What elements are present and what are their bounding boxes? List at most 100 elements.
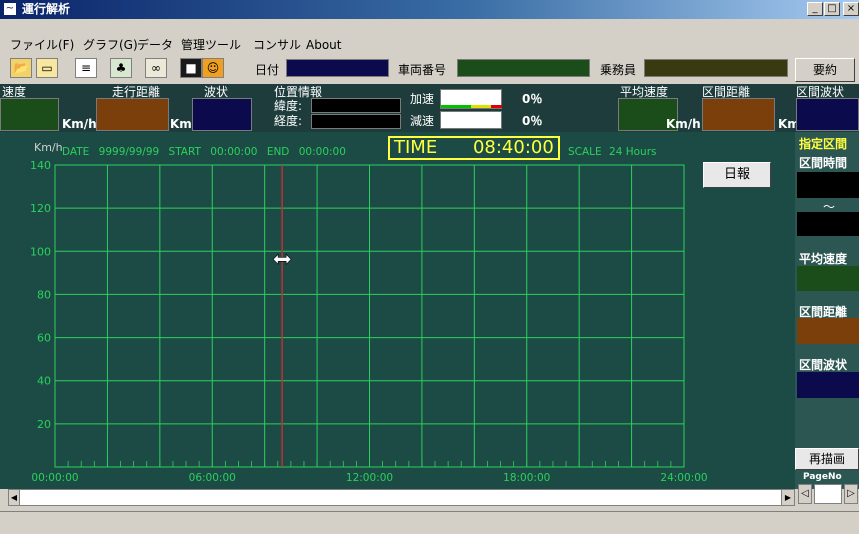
acceleration-label: 加速 <box>410 92 435 106</box>
deceleration-label: 減速 <box>410 114 435 128</box>
waveform-display <box>192 98 252 131</box>
vehicle-number-display <box>457 59 590 77</box>
x-tick-label: 06:00:00 <box>189 472 236 484</box>
y-tick-label: 40 <box>37 375 51 388</box>
page-no-label: PageNo <box>803 472 842 482</box>
menu-consult[interactable]: コンサル <box>253 36 301 54</box>
x-tick-label: 12:00:00 <box>346 472 393 484</box>
menu-data[interactable]: データ <box>137 36 173 54</box>
open-folder-icon[interactable]: 📂 <box>10 58 32 78</box>
crew-label: 乗務員 <box>600 63 637 77</box>
time-value: 08:40:00 <box>472 137 554 158</box>
y-tick-label: 120 <box>30 202 51 215</box>
scale-header: SCALE 24 Hours <box>568 146 656 158</box>
section-wave-label: 区間波状 <box>796 85 845 99</box>
date-label: 日付 <box>255 63 280 77</box>
average-speed-label: 平均速度 <box>620 85 669 99</box>
date-header-value: 9999/99/99 <box>98 146 160 158</box>
folder-icon[interactable]: ▭ <box>36 58 58 78</box>
menu-about[interactable]: About <box>306 36 341 54</box>
y-axis-ticks: 140 120 100 80 60 40 20 <box>30 159 51 431</box>
date-display <box>286 59 389 77</box>
maximize-button[interactable]: □ <box>824 2 840 16</box>
distance-display <box>96 98 169 131</box>
acceleration-value: 0％ <box>522 92 543 106</box>
menu-file[interactable]: ファイル(F) <box>10 36 74 54</box>
people-icon[interactable]: ♣ <box>110 58 132 78</box>
y-tick-label: 80 <box>37 288 51 301</box>
y-unit-label: Km/h <box>34 141 63 154</box>
x-tick-label: 18:00:00 <box>503 472 550 484</box>
acceleration-meter <box>440 89 502 109</box>
speed-display <box>0 98 59 131</box>
status-bar <box>0 511 859 534</box>
summary-button[interactable]: 要約 <box>795 58 855 82</box>
side-average-speed-label: 平均速度 <box>799 252 848 266</box>
window-title: 運行解析 <box>22 2 71 16</box>
longitude-display <box>311 114 401 129</box>
distance-label: 走行距離 <box>112 85 161 99</box>
waveform-label: 波状 <box>204 85 229 99</box>
next-page-button[interactable]: ▷ <box>844 484 858 504</box>
speed-chart[interactable]: 140 120 100 80 60 40 20 00:00:00 06:00:00 12:00:… <box>0 132 795 489</box>
x-tick-label: 24:00:00 <box>660 472 707 484</box>
time-label: TIME <box>394 137 438 158</box>
horizontal-scrollbar[interactable] <box>8 489 795 506</box>
daily-report-button[interactable]: 日報 <box>703 162 771 188</box>
latitude-display <box>311 98 401 113</box>
prev-page-button[interactable]: ◁ <box>798 484 812 504</box>
page-number-display <box>814 484 842 504</box>
specified-section-label: 指定区間 <box>799 137 848 151</box>
app-chart-icon[interactable]: ~ <box>3 2 17 16</box>
scroll-left-arrow-icon[interactable]: ◀ <box>8 489 20 506</box>
start-header-value: 00:00:00 <box>210 146 258 158</box>
save-icon[interactable]: ■ <box>180 58 202 78</box>
position-label: 位置情報 <box>274 85 323 99</box>
deceleration-meter <box>440 111 502 129</box>
y-tick-label: 60 <box>37 332 51 345</box>
side-average-speed-display <box>797 266 859 291</box>
time-display: TIME 08:40:00 <box>388 136 560 160</box>
menu-graph[interactable]: グラフ(G) <box>83 36 138 54</box>
user-icon[interactable]: ☺ <box>202 58 224 78</box>
section-wave-display <box>796 98 859 131</box>
chart-panel[interactable]: 140 120 100 80 60 40 20 00:00:00 06:00:00 12:00:… <box>0 132 795 489</box>
section-distance-label: 区間距離 <box>702 85 751 99</box>
average-speed-unit: Km/h <box>666 117 701 131</box>
side-section-wave-label: 区間波状 <box>799 358 848 372</box>
longitude-label: 経度: <box>274 114 303 128</box>
title-bar <box>0 0 859 19</box>
x-axis-ticks: 00:00:00 06:00:00 12:00:00 18:00:00 24:00:00 <box>31 472 707 484</box>
y-tick-label: 100 <box>30 245 51 258</box>
end-header-value: 00:00:00 <box>298 146 346 158</box>
section-start-time-display <box>797 172 859 198</box>
section-distance-display <box>702 98 775 131</box>
start-header-label: START <box>168 146 201 158</box>
speed-unit: Km/h <box>62 117 97 131</box>
side-section-distance-display <box>797 318 859 344</box>
end-header-label: END <box>266 146 290 158</box>
scale-value: 24 Hours <box>609 146 657 158</box>
binoculars-icon[interactable]: ∞ <box>145 58 167 78</box>
x-tick-label: 00:00:00 <box>31 472 78 484</box>
menu-admin-tools[interactable]: 管理ツール <box>181 36 241 54</box>
crew-display <box>644 59 788 77</box>
document-icon[interactable]: ≡ <box>75 58 97 78</box>
latitude-label: 緯度: <box>274 99 303 113</box>
chart-grid <box>54 164 685 468</box>
section-end-time-display <box>797 212 859 236</box>
minimize-button[interactable]: _ <box>807 2 823 16</box>
y-tick-label: 20 <box>37 418 51 431</box>
section-time-label: 区間時間 <box>799 156 848 170</box>
side-section-wave-display <box>797 372 859 398</box>
y-tick-label: 140 <box>30 159 51 172</box>
scroll-right-arrow-icon[interactable]: ▶ <box>781 489 795 506</box>
close-button[interactable]: × <box>843 2 859 16</box>
scale-label: SCALE <box>568 146 602 158</box>
vehicle-number-label: 車両番号 <box>398 63 447 77</box>
speed-label: 速度 <box>2 85 27 99</box>
redraw-button[interactable]: 再描画 <box>795 448 859 470</box>
chart-header-strip: DATE 9999/99/99 START 00:00:00 END 00:00… <box>62 146 346 158</box>
deceleration-value: 0％ <box>522 114 543 128</box>
date-header-label: DATE <box>62 146 90 158</box>
